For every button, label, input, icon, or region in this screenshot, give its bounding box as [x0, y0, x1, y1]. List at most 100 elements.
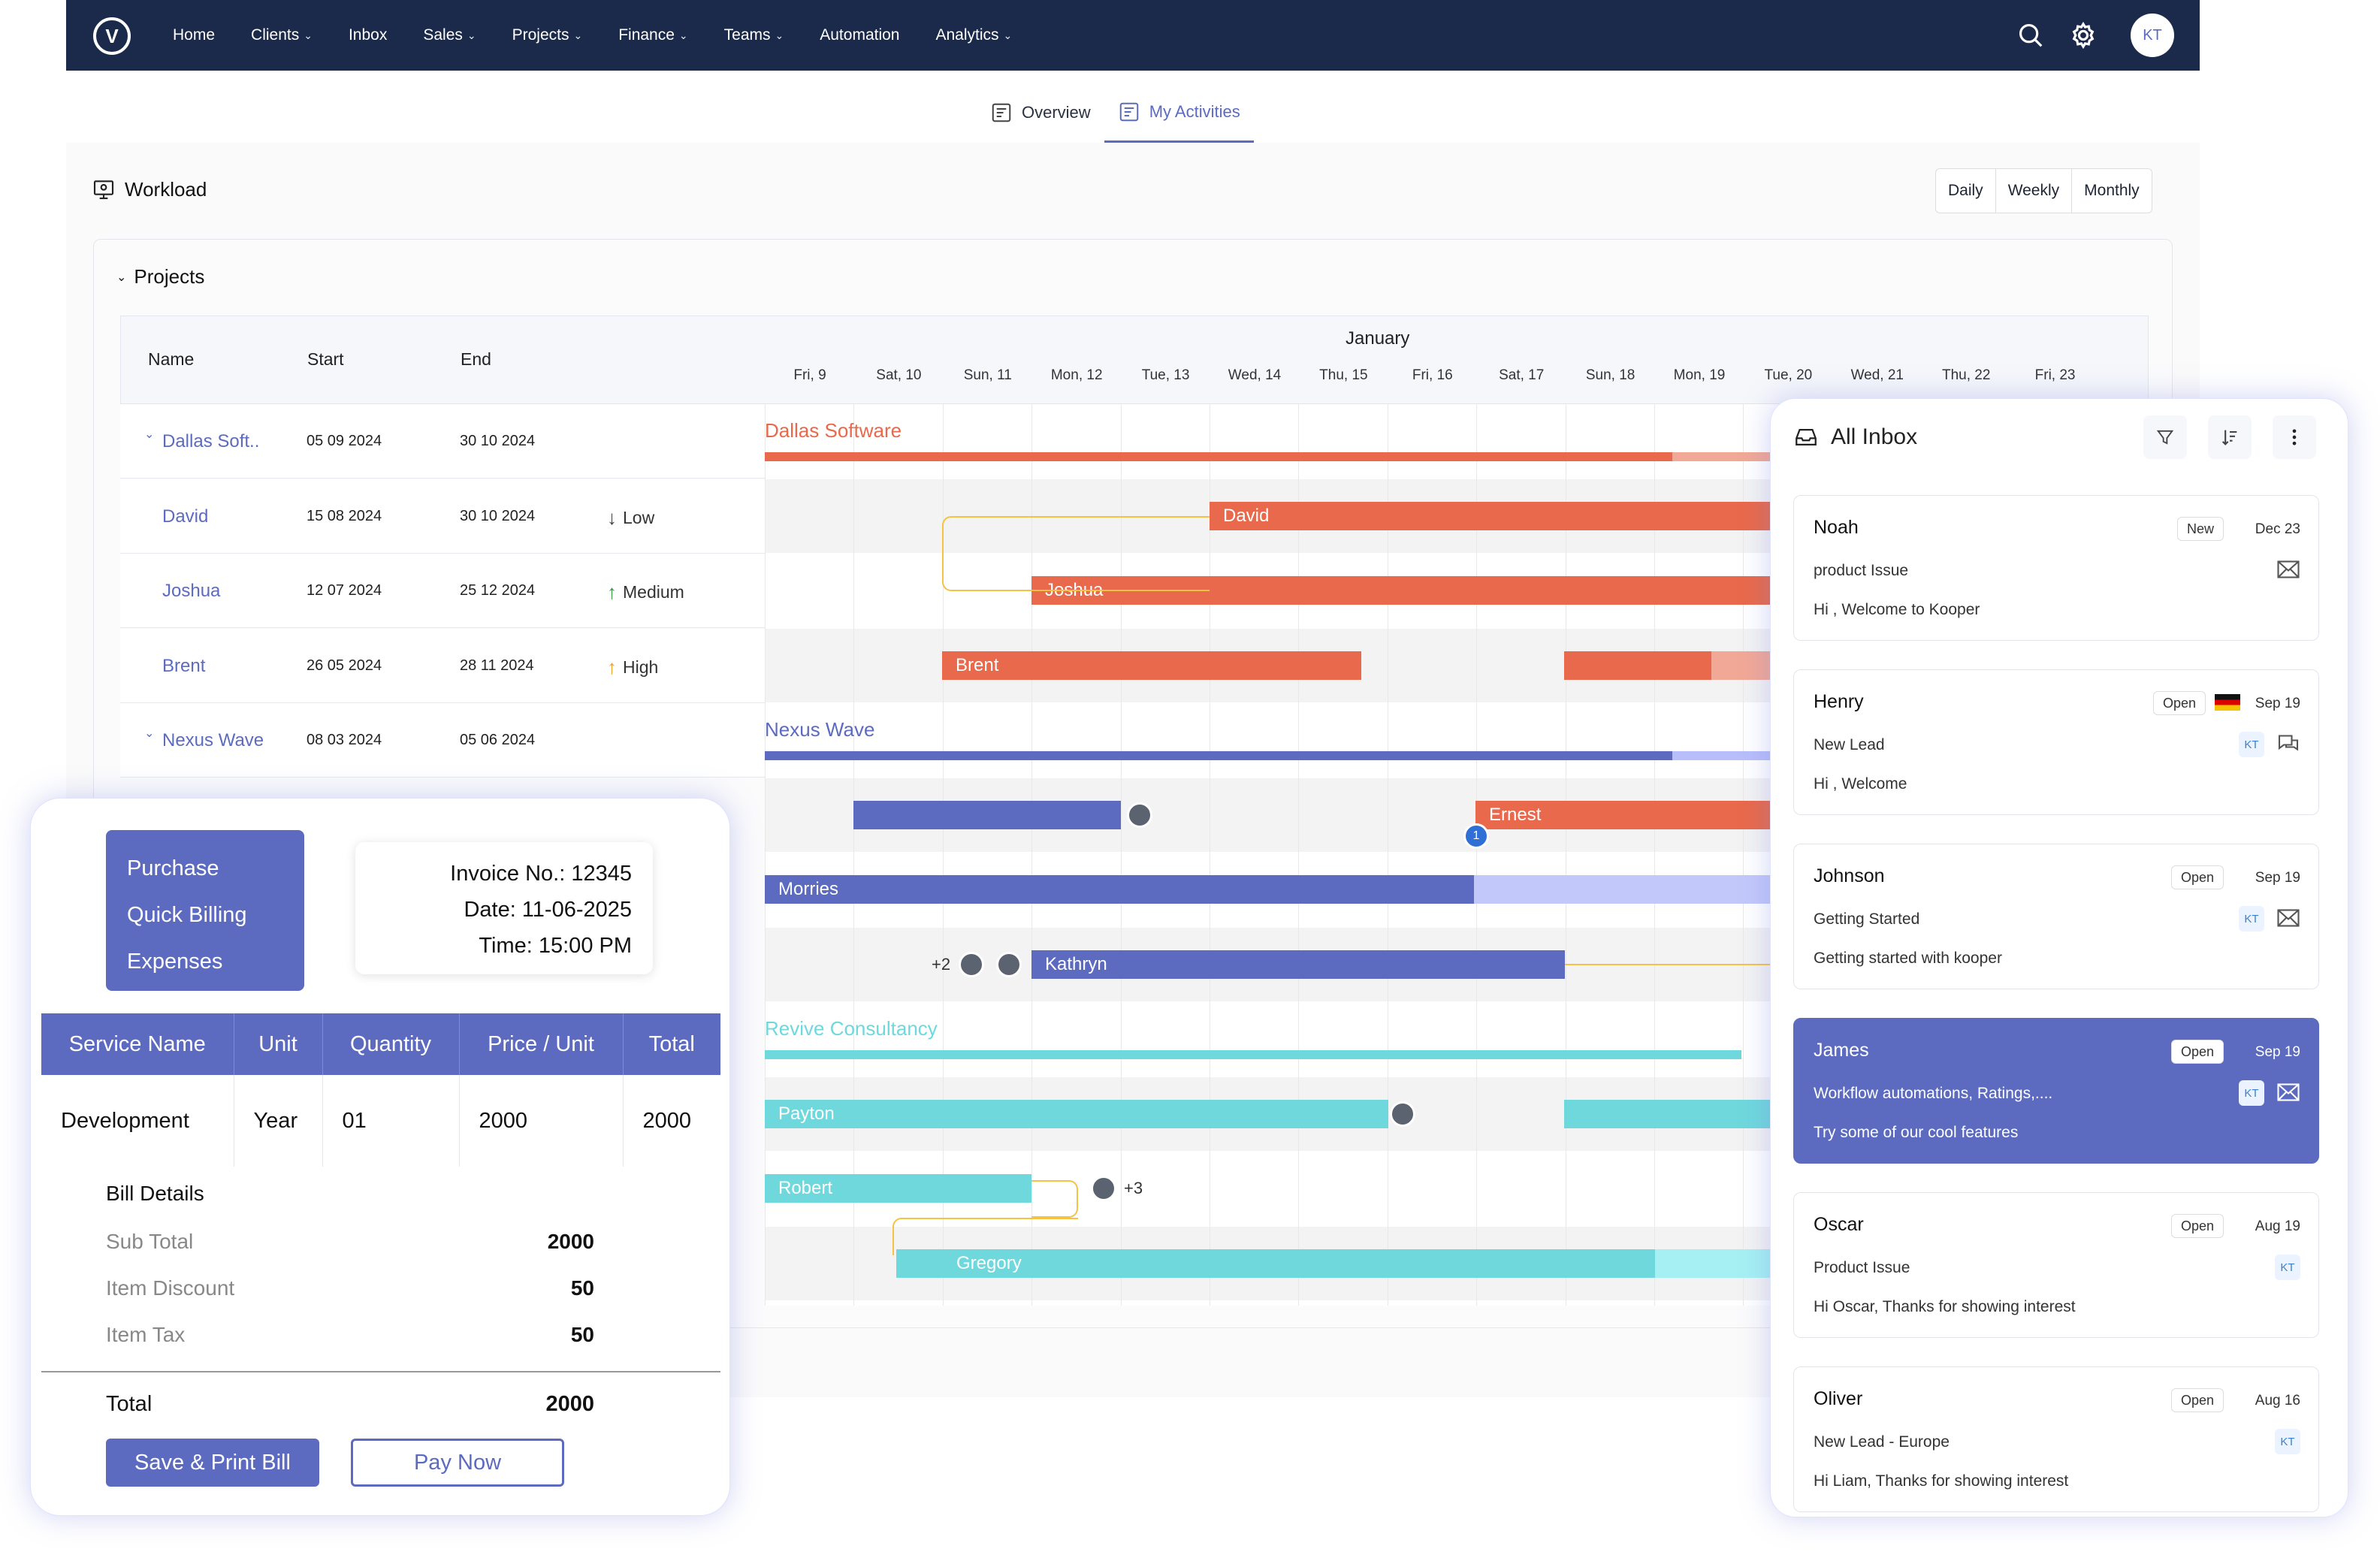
nav-item-clients[interactable]: Clients ⌄	[251, 26, 313, 44]
user-avatar[interactable]: KT	[2131, 14, 2174, 57]
card-subject: Workflow automations, Ratings,....	[1814, 1085, 2053, 1102]
assignee-chip: KT	[2239, 1080, 2264, 1106]
search-icon[interactable]	[2016, 21, 2045, 50]
period-weekly[interactable]: Weekly	[1996, 169, 2073, 213]
chevron-down-icon: ⌄	[467, 29, 476, 41]
card-name: James	[1814, 1040, 1869, 1061]
bar-robert[interactable]: Robert	[765, 1174, 1031, 1203]
row-name[interactable]: Joshua	[162, 581, 220, 602]
table-row[interactable]: Brent 26 05 2024 28 11 2024 ↑ High	[120, 628, 766, 703]
month-label: January	[1346, 328, 1410, 349]
assignee-avatar[interactable]	[996, 951, 1022, 977]
card-subject: Getting Started	[1814, 910, 1920, 928]
row-name[interactable]: Dallas Soft..	[162, 431, 259, 452]
table-row[interactable]: David 15 08 2024 30 10 2024 ↓ Low	[120, 479, 766, 554]
app-logo[interactable]: V	[93, 17, 131, 55]
assignee-avatar[interactable]	[1091, 1176, 1116, 1201]
priority-label: Low	[623, 507, 655, 527]
chevron-down-icon[interactable]: ⌄	[144, 427, 154, 442]
inbox-card[interactable]: Oscar Aug 19 Open Product Issue Hi Oscar, Th…	[1793, 1192, 2319, 1338]
table-row: Development Year 01 2000 2000	[41, 1075, 720, 1167]
status-badge: Open	[2170, 865, 2224, 889]
row-name[interactable]: Brent	[162, 656, 205, 677]
bill-details-title: Bill Details	[106, 1182, 204, 1205]
row-name[interactable]: David	[162, 506, 208, 527]
filter-icon	[2156, 430, 2174, 445]
gear-icon[interactable]	[2069, 21, 2098, 50]
nav-item-teams[interactable]: Teams ⌄	[724, 26, 784, 44]
period-daily[interactable]: Daily	[1936, 169, 1996, 213]
comment-badge[interactable]: 1	[1463, 823, 1489, 849]
bar-brent[interactable]: Brent	[942, 651, 1361, 680]
nav-item-inbox[interactable]: Inbox	[349, 26, 387, 44]
inbox-card[interactable]: Henry Sep 19 Open New Lead Hi , Welcome KT	[1793, 669, 2319, 815]
bar-payton[interactable]: Payton	[765, 1099, 1388, 1128]
nav-item-automation[interactable]: Automation	[820, 26, 899, 44]
nav-item-projects[interactable]: Projects ⌄	[512, 26, 583, 44]
row-start: 26 05 2024	[307, 657, 382, 674]
card-date: Aug 16	[2255, 1393, 2300, 1409]
filter-button[interactable]	[2143, 415, 2187, 459]
nav-item-label: Automation	[820, 26, 900, 44]
bar-morries[interactable]: Morries	[765, 875, 1474, 904]
priority: ↑ Medium	[607, 581, 684, 604]
tax-label: Item Tax	[106, 1323, 186, 1346]
assignee-avatar[interactable]	[1390, 1101, 1415, 1127]
save-print-button[interactable]: Save & Print Bill	[106, 1439, 319, 1487]
assignee-avatar[interactable]	[1127, 802, 1152, 828]
tab-overview[interactable]: Overview	[977, 83, 1104, 143]
nav-item-sales[interactable]: Sales ⌄	[423, 26, 476, 44]
menu-quick-billing[interactable]: Quick Billing	[127, 892, 283, 938]
table-row[interactable]: Joshua 12 07 2024 25 12 2024 ↑ Medium	[120, 554, 766, 628]
inbox-card[interactable]: James Sep 19 Open Workflow automations, Rat…	[1793, 1018, 2319, 1164]
bar-kathryn[interactable]: Kathryn	[1031, 950, 1565, 979]
card-message: Try some of our cool features	[1814, 1124, 2019, 1141]
more-options-button[interactable]	[2273, 415, 2316, 459]
dependency-line	[942, 515, 1210, 591]
assignee-avatar[interactable]	[959, 951, 984, 977]
row-end: 25 12 2024	[460, 582, 536, 599]
row-start: 12 07 2024	[307, 582, 382, 599]
pay-now-button[interactable]: Pay Now	[351, 1439, 564, 1487]
inbox-card[interactable]: Noah Dec 23 New product Issue Hi , Welcome t…	[1793, 495, 2319, 641]
nav-item-label: Projects	[512, 26, 569, 44]
gantt-header: Name Start End January Fri, 9 Sat, 10 Sun,…	[120, 316, 2149, 404]
grid-line	[765, 404, 766, 1306]
total-label: Total	[106, 1392, 153, 1416]
arrow-down-icon: ↓	[607, 506, 617, 529]
menu-purchase[interactable]: Purchase	[127, 845, 283, 892]
chevron-down-icon[interactable]: ⌄	[144, 726, 154, 741]
nav-item-home[interactable]: Home	[173, 26, 215, 44]
grid-line	[1476, 404, 1478, 1306]
inbox-card[interactable]: Johnson Sep 19 Open Getting Started Getting …	[1793, 844, 2319, 989]
bar-nexus-task[interactable]	[853, 800, 1121, 829]
inbox-title: All Inbox	[1831, 424, 1918, 449]
day-header: Fri, 9	[793, 367, 826, 383]
sort-icon	[2221, 430, 2237, 445]
status-badge: Open	[2170, 1388, 2224, 1412]
sort-button[interactable]	[2208, 415, 2252, 459]
period-monthly[interactable]: Monthly	[2072, 169, 2152, 213]
bar-brent-2[interactable]	[1564, 651, 1711, 680]
discount-label: Item Discount	[106, 1276, 235, 1300]
nav-item-label: Home	[173, 26, 216, 44]
table-row[interactable]: ⌄ Dallas Soft.. 05 09 2024 30 10 2024	[120, 404, 766, 479]
table-row[interactable]: ⌄ Nexus Wave 08 03 2024 05 06 2024	[120, 703, 766, 778]
th-quantity: Quantity	[322, 1013, 460, 1075]
row-name[interactable]: Nexus Wave	[162, 730, 264, 751]
card-name: Johnson	[1814, 865, 1885, 886]
day-header: Sat, 10	[876, 367, 922, 383]
day-header: Mon, 19	[1673, 367, 1726, 383]
projects-toggle[interactable]: ⌄ Projects	[116, 265, 204, 288]
chevron-down-icon: ⌄	[573, 29, 583, 41]
nav-item-finance[interactable]: Finance ⌄	[618, 26, 687, 44]
inbox-card[interactable]: Oliver Aug 16 Open New Lead - Europe Hi Liam…	[1793, 1366, 2319, 1512]
row-start: 15 08 2024	[307, 507, 382, 524]
nav-item-analytics[interactable]: Analytics ⌄	[935, 26, 1012, 44]
tab-my-activities[interactable]: My Activities	[1104, 83, 1254, 143]
menu-expenses[interactable]: Expenses	[127, 938, 283, 985]
day-header: Sun, 18	[1585, 367, 1635, 383]
flag-icon	[2215, 694, 2240, 711]
nexus-summary-bar	[765, 751, 1672, 760]
card-date: Sep 19	[2255, 696, 2300, 711]
